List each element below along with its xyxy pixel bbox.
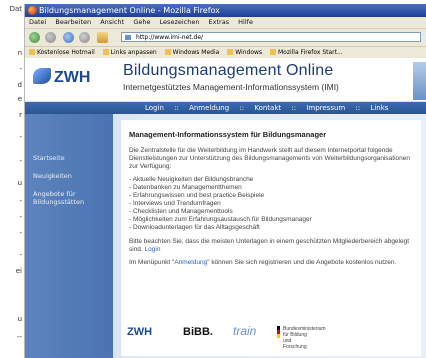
left-fragment: - [19, 157, 22, 165]
sidebar-item-startseite[interactable]: Startseite [33, 154, 113, 162]
left-fragment: u [17, 315, 22, 323]
menu-view[interactable]: Ansicht [100, 18, 124, 26]
nav-links[interactable]: Links [370, 104, 388, 112]
menu-go[interactable]: Gehe [133, 18, 150, 26]
left-fragment: - [19, 251, 22, 259]
list-item: - Datenbanken zu Managementthemen [129, 184, 242, 191]
nav-anmeldung[interactable]: Anmeldung [189, 104, 229, 112]
web-page: ZWH Bildungsmanagement Online Internetge… [25, 58, 426, 358]
reload-icon[interactable] [63, 32, 74, 43]
bookmark-icon [227, 49, 234, 55]
sidebar-item-neuigkeiten[interactable]: Neuigkeiten [33, 172, 113, 180]
left-fragment: - [19, 213, 22, 221]
site-logo[interactable]: ZWH [33, 68, 90, 87]
service-list: - Aktuelle Neuigkeiten der Bildungsbranc… [129, 176, 413, 232]
main-content: Management-Informationssystem für Bildun… [121, 120, 421, 356]
left-fragment: ei [15, 267, 22, 275]
left-fragment: e [17, 95, 22, 103]
site-title: Bildungsmanagement Online [123, 62, 334, 79]
left-fragment: u [17, 179, 22, 187]
bookmark-item[interactable]: Windows [227, 49, 262, 56]
window-title: Bildungsmanagement Online - Mozilla Fire… [39, 6, 220, 15]
bibb-logo[interactable]: BiBB. [183, 326, 213, 338]
firefox-icon [28, 6, 37, 15]
login-link[interactable]: Login [145, 246, 161, 253]
nav-separator: :: [291, 104, 297, 112]
list-item: - Erfahrungswissen und best practice Bei… [129, 192, 265, 199]
menu-edit[interactable]: Bearbeiten [55, 18, 91, 26]
bookmark-item[interactable]: Links anpassen [102, 49, 157, 56]
bookmark-icon [164, 49, 171, 55]
content-heading: Management-Informationssystem für Bildun… [129, 130, 327, 139]
zwh-logo[interactable]: ZWH [127, 326, 152, 338]
list-item: - Interviews und Trendumfragen [129, 200, 221, 207]
left-fragment: - [19, 133, 22, 141]
left-fragment: - [19, 197, 22, 205]
left-fragment: r [19, 111, 22, 119]
sidebar-item-angebote[interactable]: Angebote für Bildungsstätten [33, 190, 93, 206]
bmbf-logo[interactable]: Bundesministerium für Bildung und Forsch… [277, 326, 326, 350]
partner-logos: ZWH BiBB. train Bundesministerium für Bi… [121, 324, 421, 350]
site-nav: Login :: Anmeldung :: Kontakt :: Impress… [25, 102, 426, 114]
menu-tools[interactable]: Extras [209, 18, 230, 26]
bookmark-item[interactable]: Windows Media [164, 49, 219, 56]
nav-separator: :: [174, 104, 179, 112]
left-fragment: -- [16, 333, 22, 341]
header-image [413, 62, 426, 100]
list-item: - Möglichkeiten zum Erfahrungsaustausch … [129, 216, 312, 223]
address-bar[interactable]: http://www.imi-net.de/ [121, 32, 421, 42]
bookmark-icon [102, 49, 109, 55]
left-fragment: n [17, 49, 22, 57]
bookmark-item[interactable]: Mozilla Firefox Start... [269, 49, 343, 56]
registration-note: Im Menüpunkt "Anmeldung" können Sie sich… [129, 259, 397, 266]
anmeldung-link[interactable]: Anmeldung [174, 259, 207, 266]
menu-bookmarks[interactable]: Lesezeichen [160, 18, 200, 26]
list-item: - Checklisten und Managementtools [129, 208, 233, 215]
site-sidebar: Startseite Neuigkeiten Angebote für Bild… [25, 114, 113, 358]
bookmark-icon [269, 49, 276, 55]
menu-help[interactable]: Hilfe [238, 18, 253, 26]
forward-icon[interactable] [45, 32, 56, 43]
bookmark-icon [29, 49, 35, 55]
navigation-toolbar: http://www.imi-net.de/ [25, 29, 426, 47]
left-fragment: - [19, 229, 22, 237]
firefox-window: Bildungsmanagement Online - Mozilla Fire… [24, 4, 426, 358]
left-fragment: - [19, 65, 22, 73]
intro-text: Die Zentralstelle für die Weiterbildung … [129, 147, 410, 170]
nav-separator: :: [355, 104, 361, 112]
back-icon[interactable] [29, 32, 40, 43]
bookmark-item[interactable]: Kostenlose Hotmail [29, 49, 95, 56]
nav-separator: :: [239, 104, 245, 112]
list-item: - Aktuelle Neuigkeiten der Bildungsbranc… [129, 176, 254, 183]
title-bar: Bildungsmanagement Online - Mozilla Fire… [25, 4, 426, 17]
train-logo[interactable]: train [233, 324, 256, 338]
zwh-logo-icon [33, 68, 51, 84]
background-document-strip: Dat n - d e r - - u - - - - ei u -- [0, 0, 24, 358]
member-note: Bitte beachten Sie, dass die meisten Unt… [129, 238, 410, 253]
nav-impressum[interactable]: Impressum [306, 104, 345, 112]
site-subtitle: Internetgestütztes Management-Informatio… [123, 82, 339, 92]
left-fragment: Dat [9, 5, 22, 13]
menu-bar: Datei Bearbeiten Ansicht Gehe Lesezeiche… [25, 17, 426, 29]
menu-file[interactable]: Datei [29, 18, 46, 26]
stop-icon[interactable] [79, 32, 90, 43]
nav-kontakt[interactable]: Kontakt [254, 104, 281, 112]
list-item: - Downloadunterlagen für das Alltagsgesc… [129, 224, 260, 231]
site-header: ZWH Bildungsmanagement Online Internetge… [25, 58, 426, 102]
left-fragment: d [17, 81, 22, 89]
german-flag-icon [277, 326, 280, 338]
nav-login[interactable]: Login [145, 104, 164, 112]
home-icon[interactable] [97, 32, 108, 43]
